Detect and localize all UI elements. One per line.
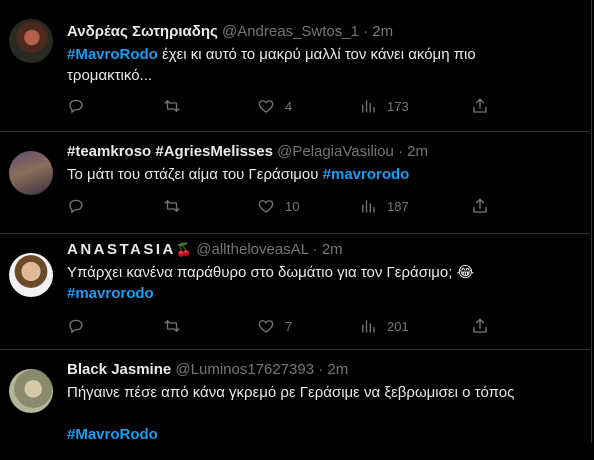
reply-icon: [69, 99, 83, 113]
user-handle[interactable]: @Luminos17627393: [175, 361, 314, 378]
tweet-text: Υπάρχει κανένα παράθυρο στο δωμάτιο για …: [67, 262, 580, 304]
retweet-icon: [164, 200, 180, 212]
retweet-button[interactable]: [163, 316, 181, 336]
share-icon: [473, 318, 487, 333]
retweet-icon: [164, 320, 180, 332]
user-handle[interactable]: @alltheloveasAL: [196, 241, 308, 258]
like-button[interactable]: 4: [257, 96, 292, 116]
timestamp[interactable]: 2m: [372, 23, 393, 40]
separator-dot: ·: [363, 23, 369, 40]
like-count: 4: [285, 98, 293, 114]
action-bar: 10 187: [67, 196, 492, 216]
cherry-emoji: 🍒: [175, 242, 193, 257]
tweet-text: Το μάτι του στάζει αίμα του Γεράσιμου #m…: [67, 164, 580, 185]
avatar[interactable]: [9, 19, 53, 63]
reply-button[interactable]: [67, 316, 85, 336]
share-icon: [473, 198, 487, 213]
like-count: 7: [285, 318, 293, 334]
views-icon: [362, 100, 375, 113]
like-button[interactable]: 7: [257, 316, 292, 336]
tweet-text: Πήγαινε πέσε από κάνα γκρεμό ρε Γεράσιμε…: [67, 382, 580, 445]
tweet-text-body: Το μάτι του στάζει αίμα του Γεράσιμου: [67, 166, 323, 183]
share-button[interactable]: [471, 96, 489, 116]
avatar[interactable]: [9, 369, 53, 413]
timestamp[interactable]: 2m: [327, 361, 348, 378]
views-button[interactable]: 173: [359, 96, 409, 116]
column-border: [591, 0, 592, 443]
tweet-1[interactable]: Ανδρέας Σωτηριαδης @Andreas_Swtos_1 · 2m…: [0, 0, 590, 132]
like-count: 10: [285, 198, 300, 214]
like-icon: [258, 100, 274, 113]
retweet-button[interactable]: [163, 96, 181, 116]
tweet-text-line2: τρομακτικό...: [67, 67, 153, 84]
hashtag-link[interactable]: #mavrorodo: [323, 166, 410, 183]
action-bar: 7 201: [67, 316, 492, 336]
avatar[interactable]: [9, 253, 53, 297]
view-count: 173: [387, 98, 409, 114]
display-name[interactable]: Ανδρέας Σωτηριαδης: [67, 23, 218, 40]
like-button[interactable]: 10: [257, 196, 299, 216]
user-handle[interactable]: @Andreas_Swtos_1: [222, 23, 359, 40]
timestamp[interactable]: 2m: [322, 241, 343, 258]
tweet-content: ANASTASIA🍒 @alltheloveasAL · 2m Υπάρχει …: [67, 240, 580, 304]
share-button[interactable]: [471, 196, 489, 216]
hashtag-link[interactable]: #MavroRodo: [67, 426, 158, 443]
tweet-header: ANASTASIA🍒 @alltheloveasAL · 2m: [67, 240, 580, 260]
tweet-text-body: Πήγαινε πέσε από κάνα γκρεμό ρε Γεράσιμε…: [67, 384, 515, 401]
separator-dot: ·: [397, 143, 403, 160]
hashtag-link[interactable]: #MavroRodo: [67, 46, 158, 63]
like-icon: [258, 320, 274, 333]
tweet-header: Black Jasmine @Luminos17627393 · 2m: [67, 360, 580, 380]
reply-icon: [69, 199, 83, 213]
user-handle[interactable]: @PelagiaVasiliou: [277, 143, 394, 160]
laughing-emoji: 😂: [456, 264, 475, 281]
like-icon: [258, 200, 274, 213]
hashtag-link[interactable]: #mavrorodo: [67, 285, 154, 302]
tweet-content: Black Jasmine @Luminos17627393 · 2m Πήγα…: [67, 360, 580, 445]
reply-button[interactable]: [67, 96, 85, 116]
tweet-content: #teamkroso #AgriesMelisses @PelagiaVasil…: [67, 142, 580, 185]
views-button[interactable]: 187: [359, 196, 409, 216]
view-count: 201: [387, 318, 409, 334]
views-icon: [362, 200, 375, 213]
tweet-content: Ανδρέας Σωτηριαδης @Andreas_Swtos_1 · 2m…: [67, 22, 580, 86]
tweet-text: #MavroRodo έχει κι αυτό το μακρύ μαλλί τ…: [67, 44, 580, 86]
display-name[interactable]: ANASTASIA: [67, 241, 176, 258]
tweet-text-line1: έχει κι αυτό το μακρύ μαλλί τον κάνει ακ…: [157, 46, 476, 63]
share-button[interactable]: [471, 316, 489, 336]
retweet-button[interactable]: [163, 196, 181, 216]
tweet-header: #teamkroso #AgriesMelisses @PelagiaVasil…: [67, 142, 580, 162]
separator-dot: ·: [312, 241, 318, 258]
tweet-text-body: Υπάρχει κανένα παράθυρο στο δωμάτιο για …: [67, 264, 457, 281]
avatar[interactable]: [9, 151, 53, 195]
tweet-3[interactable]: ANASTASIA🍒 @alltheloveasAL · 2m Υπάρχει …: [0, 234, 590, 350]
reply-button[interactable]: [67, 196, 85, 216]
view-count: 187: [387, 198, 409, 214]
reply-icon: [69, 319, 83, 333]
separator-dot: ·: [318, 361, 324, 378]
retweet-icon: [164, 100, 180, 112]
tweet-2[interactable]: #teamkroso #AgriesMelisses @PelagiaVasil…: [0, 132, 590, 234]
tweet-header: Ανδρέας Σωτηριαδης @Andreas_Swtos_1 · 2m: [67, 22, 580, 42]
action-bar: 4 173: [67, 96, 492, 116]
display-name[interactable]: Black Jasmine: [67, 361, 171, 378]
views-button[interactable]: 201: [359, 316, 409, 336]
display-name[interactable]: #teamkroso #AgriesMelisses: [67, 143, 273, 160]
timestamp[interactable]: 2m: [407, 143, 428, 160]
tweet-4[interactable]: Black Jasmine @Luminos17627393 · 2m Πήγα…: [0, 350, 590, 460]
views-icon: [362, 320, 375, 333]
share-icon: [473, 98, 487, 113]
